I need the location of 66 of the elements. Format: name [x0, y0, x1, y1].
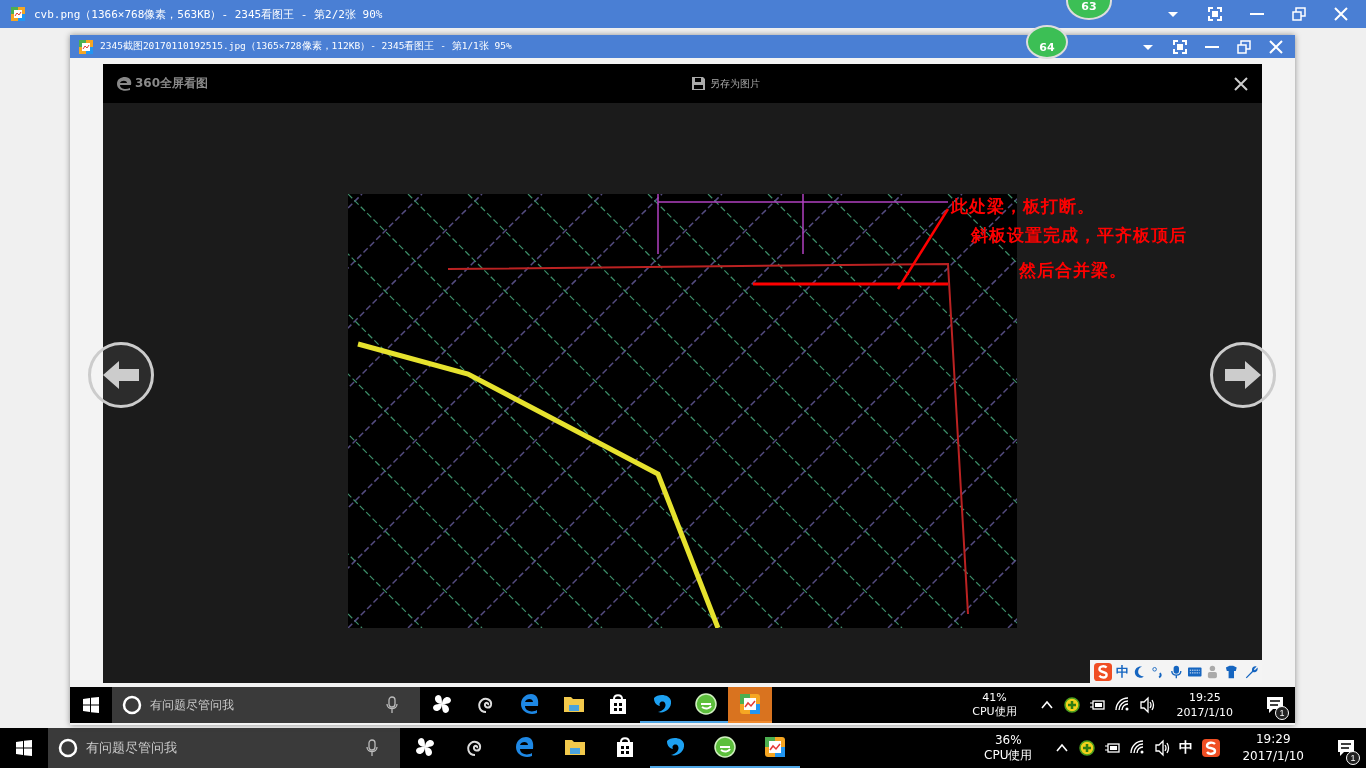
notification-count: 1 [1346, 751, 1360, 765]
cpu-label: CPU使用 [984, 748, 1033, 763]
picture-viewer-icon [763, 735, 787, 759]
close-button[interactable] [1267, 37, 1285, 56]
fullscreen-button[interactable] [1171, 37, 1189, 56]
speaker-icon[interactable] [1138, 696, 1155, 714]
message-icon [1337, 739, 1355, 757]
restore-button[interactable] [1235, 37, 1253, 56]
app-logo-icon [10, 6, 26, 22]
fullscreen-icon [1208, 7, 1222, 21]
minimize-icon [1250, 13, 1264, 15]
count-badge: 63 [1066, 0, 1112, 20]
windows-logo-icon [83, 697, 99, 713]
notifications-button[interactable]: 1 [1255, 687, 1295, 723]
clock-date: 2017/1/10 [1176, 705, 1233, 720]
save-as-image-button[interactable]: 另存为图片 [462, 76, 899, 91]
search-field[interactable]: 有问题尽管问我 [48, 728, 400, 768]
clock-time: 19:29 [1255, 731, 1291, 748]
search-placeholder: 有问题尽管问我 [150, 696, 234, 714]
search-field[interactable]: 有问题尽管问我 [112, 687, 420, 723]
app-logo-icon [78, 38, 94, 55]
microphone-icon [386, 696, 398, 714]
circle-icon [122, 695, 142, 715]
search-placeholder: 有问题尽管问我 [86, 739, 177, 757]
cpu-percent: 36% [994, 733, 1022, 748]
cpu-percent: 41% [982, 691, 1007, 705]
microphone-icon [366, 739, 378, 757]
cpu-label: CPU使用 [972, 705, 1017, 719]
count-badge: 64 [1026, 25, 1068, 59]
annotation-text: 此处梁，板打断。 [951, 195, 1095, 218]
close-icon [1234, 76, 1248, 91]
annotation-text: 然后合并梁。 [1019, 259, 1127, 282]
sogou-s-icon[interactable] [1202, 739, 1221, 757]
close-icon [1269, 39, 1283, 54]
globe-icon [713, 735, 737, 759]
viewer-logo-text: 360全屏看图 [135, 75, 209, 92]
clock-date: 2017/1/10 [1242, 748, 1304, 765]
pinwheel-icon [413, 735, 437, 759]
close-icon [1334, 7, 1348, 21]
fullscreen-icon [1173, 39, 1187, 54]
minimize-icon [1205, 45, 1219, 48]
right-arrow-icon [1223, 360, 1263, 390]
speaker-icon[interactable] [1154, 739, 1171, 757]
shirt-icon[interactable] [1225, 663, 1240, 680]
clock-time: 19:25 [1188, 690, 1221, 705]
clock[interactable]: 19:29 2017/1/10 [1238, 731, 1308, 765]
window-title: 2345截图20170110192515.jpg（1365×728像素，112KB）- 2345看图王 - 第1/1张 95% [100, 40, 512, 53]
clock[interactable]: 19:25 2017/1/10 [1172, 690, 1237, 720]
windows-logo-icon [16, 740, 32, 756]
circle-icon [58, 738, 78, 758]
plus-circle-icon[interactable] [1079, 739, 1096, 757]
e-logo-icon [115, 75, 133, 92]
restore-icon [1237, 39, 1251, 54]
restore-icon [1292, 7, 1306, 21]
globe-icon [694, 692, 718, 716]
input-mode-toggle[interactable]: 中 [1116, 662, 1130, 681]
notifications-button[interactable]: 1 [1326, 728, 1366, 768]
input-method-indicator[interactable]: 中 [1179, 739, 1194, 757]
window-title: cvb.png（1366×768像素，563KB）- 2345看图王 - 第2/2张 90% [34, 6, 383, 22]
picture-viewer-icon [738, 692, 762, 716]
plus-circle-icon[interactable] [1063, 696, 1080, 714]
annotation-text: 斜板设置完成，平齐板顶后 [971, 224, 1187, 247]
pinwheel-icon [430, 692, 454, 716]
left-arrow-icon [101, 360, 141, 390]
wrench-icon[interactable] [1243, 663, 1258, 680]
notification-count: 1 [1275, 706, 1289, 720]
